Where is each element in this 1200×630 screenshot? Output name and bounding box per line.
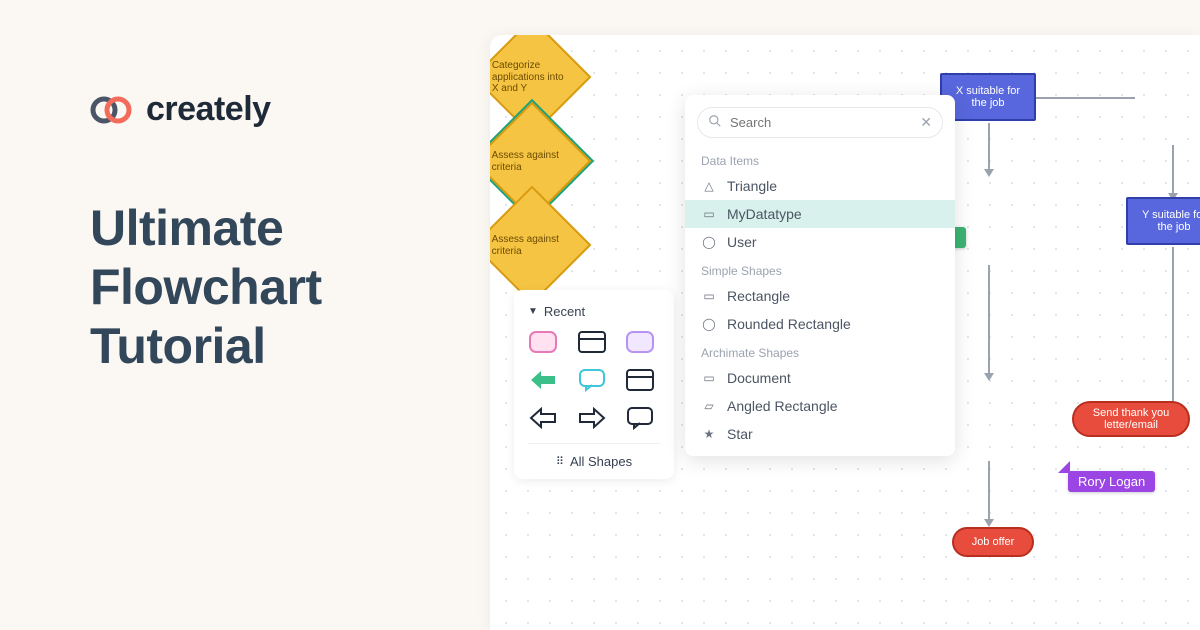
search-item-label: MyDatatype [727,206,802,222]
all-shapes-button[interactable]: ⠿ All Shapes [528,443,660,469]
search-item[interactable]: ▱ Angled Rectangle [685,392,955,420]
shape-arrow-right-outline[interactable] [577,405,607,431]
edge [988,265,990,375]
search-item[interactable]: ◯ Rounded Rectangle [685,310,955,338]
shape-speech-outline[interactable] [625,405,655,431]
search-item-label: Angled Rectangle [727,398,838,414]
recent-section[interactable]: ▼ Recent [528,304,660,319]
node-thank-you[interactable]: Send thank you letter/email [1072,401,1190,437]
shape-glyph-icon: ▭ [701,207,717,221]
shape-speech-cyan[interactable] [577,367,607,393]
node-assess-2[interactable]: Assess against criteria [490,186,591,305]
node-label: Send thank you letter/email [1080,407,1182,431]
search-group-label: Simple Shapes [685,256,955,282]
arrow-icon [984,373,994,381]
search-item-label: User [727,234,757,250]
all-shapes-label: All Shapes [570,454,632,469]
node-label: Assess against criteria [492,234,572,257]
shape-glyph-icon: ▱ [701,399,717,413]
search-group-label: Data Items [685,146,955,172]
chevron-down-icon: ▼ [528,306,538,317]
shape-search-popover: ✕ Data Items △ Triangle ▭ MyDatatype ◯ User Sim… [685,95,955,456]
brand-logo: creately [90,90,470,129]
shapes-panel: ▼ Recent [514,290,674,479]
close-icon[interactable]: ✕ [920,114,932,131]
brand-name: creately [146,90,271,129]
shape-glyph-icon: ▭ [701,289,717,303]
search-item[interactable]: ▭ MyDatatype [685,200,955,228]
collab-label: Rory Logan [1078,474,1145,489]
recent-shapes-grid [528,329,660,431]
search-item-label: Rectangle [727,288,790,304]
node-label: Job offer [972,536,1015,548]
node-label: X suitable for the job [948,85,1028,109]
search-item-label: Rounded Rectangle [727,316,851,332]
logo-icon [90,95,134,125]
shape-arrow-left-outline[interactable] [528,405,558,431]
collab-cursor-rory: Rory Logan [1068,471,1155,492]
shape-rounded-pink[interactable] [528,329,558,355]
shape-glyph-icon: △ [701,179,717,193]
shape-glyph-icon: ◯ [701,317,717,331]
shape-rounded-lilac[interactable] [625,329,655,355]
search-icon [708,114,722,131]
search-row[interactable]: ✕ [697,107,943,138]
page-title: Ultimate Flowchart Tutorial [90,199,470,376]
node-label: Y suitable for the job [1134,209,1200,233]
search-item-label: Star [727,426,753,442]
edge [1172,145,1174,195]
edge [988,461,990,521]
search-item[interactable]: ▭ Document [685,364,955,392]
node-label: Assess against criteria [492,150,572,173]
search-input[interactable] [730,115,912,130]
node-y-suitable[interactable]: Y suitable for the job [1126,197,1200,245]
editor-canvas[interactable]: X suitable for the job Categorize applic… [490,35,1200,630]
node-label: Categorize applications into X and Y [492,60,572,95]
search-item[interactable]: ▭ Rectangle [685,282,955,310]
edge [1172,247,1174,417]
hero-left: creately Ultimate Flowchart Tutorial [90,90,470,376]
shape-card-2[interactable] [625,367,655,393]
shape-glyph-icon: ▭ [701,371,717,385]
search-item-label: Document [727,370,791,386]
shape-glyph-icon: ★ [701,427,717,441]
search-item[interactable]: △ Triangle [685,172,955,200]
shape-card[interactable] [577,329,607,355]
shape-arrow-left-green[interactable] [528,367,558,393]
shape-glyph-icon: ◯ [701,235,717,249]
edge [1035,97,1135,99]
search-item-label: Triangle [727,178,777,194]
search-group-label: Archimate Shapes [685,338,955,364]
arrow-icon [984,519,994,527]
grid-icon: ⠿ [556,455,564,468]
recent-label: Recent [544,304,585,319]
arrow-icon [984,169,994,177]
search-item[interactable]: ★ Star [685,420,955,448]
node-job-offer[interactable]: Job offer [952,527,1034,557]
search-item[interactable]: ◯ User [685,228,955,256]
edge [988,123,990,171]
